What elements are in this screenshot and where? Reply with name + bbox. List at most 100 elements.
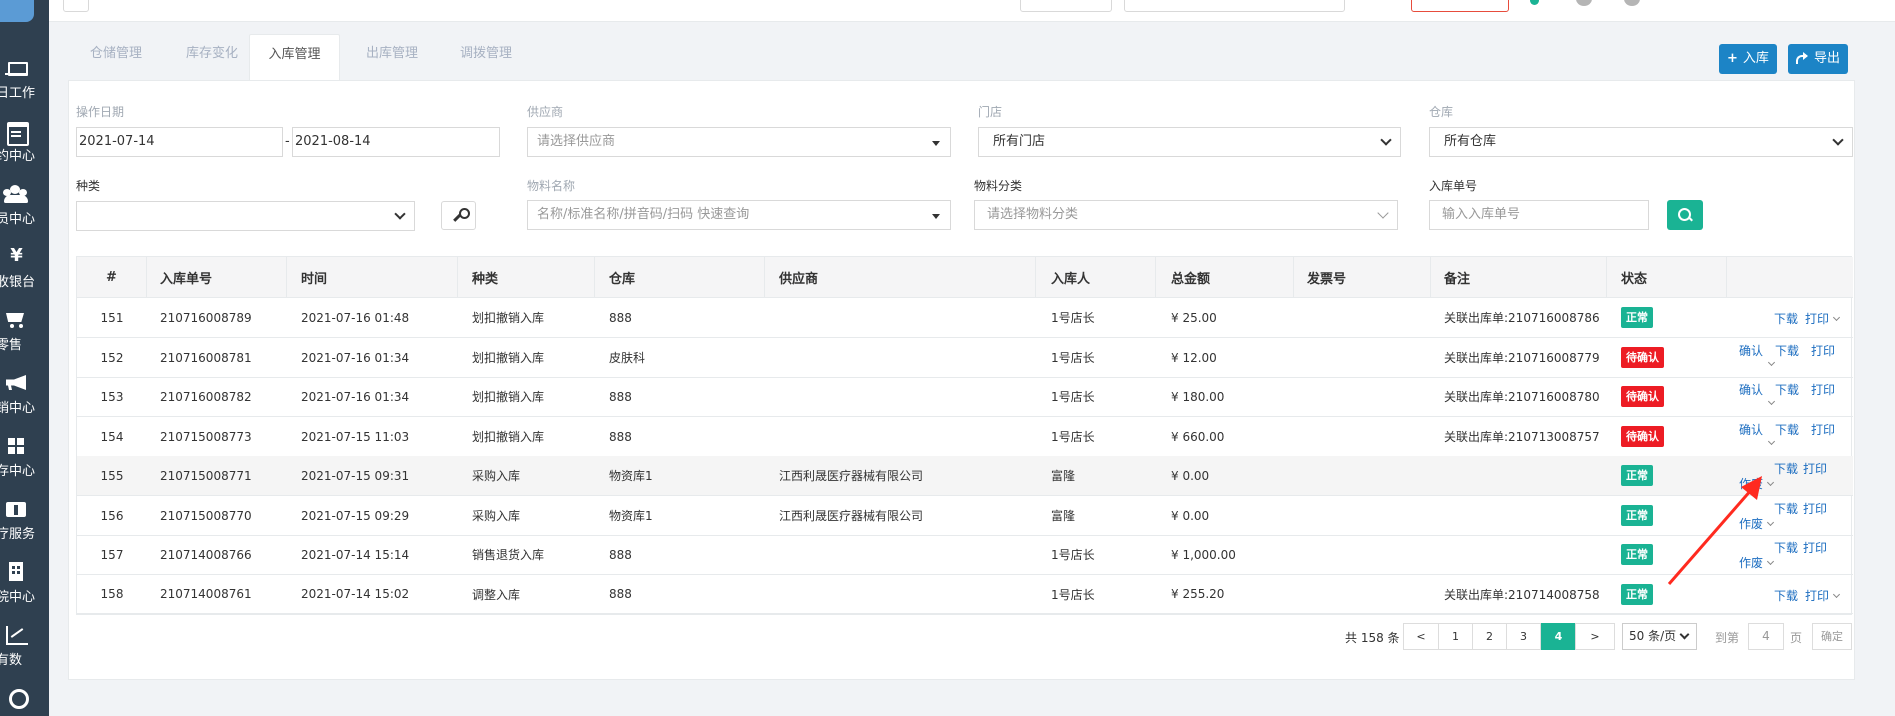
- pager-page-4[interactable]: 4: [1541, 623, 1576, 650]
- sidebar-item-retail[interactable]: 零售: [0, 308, 49, 368]
- table-row[interactable]: 153 210716008782 2021-07-16 01:34 划扣撤销入库 888…: [77, 377, 1853, 417]
- row-actions: 确认 下载 打印: [1733, 377, 1853, 416]
- void-link[interactable]: 作废: [1739, 475, 1775, 492]
- tab-transfer[interactable]: 调拨管理: [438, 34, 534, 80]
- kind-select[interactable]: [76, 201, 415, 231]
- print-link[interactable]: 打印: [1805, 310, 1841, 327]
- store-select[interactable]: 所有门店: [978, 127, 1401, 157]
- print-link[interactable]: 打印: [1805, 587, 1841, 604]
- sidebar-item-cashier[interactable]: ¥ 收银台: [0, 245, 49, 305]
- sidebar-item-marketing[interactable]: 销中心: [0, 371, 49, 431]
- print-link[interactable]: 打印: [1811, 421, 1835, 438]
- table-header: # 入库单号 时间 种类 仓库 供应商 入库人 总金额 发票号 备注 状态: [77, 257, 1853, 298]
- more-dropdown[interactable]: [1739, 436, 1776, 450]
- cell-invoice: [1294, 456, 1431, 495]
- users-icon: [0, 182, 49, 204]
- sidebar-item-label: 约中心: [0, 149, 36, 164]
- material-category-placeholder: 请选择物料分类: [987, 207, 1079, 222]
- col-person: 入库人: [1036, 257, 1156, 297]
- pager-next-button[interactable]: >: [1575, 623, 1615, 650]
- top-button[interactable]: [1020, 0, 1112, 12]
- cell-supplier: [765, 535, 1036, 574]
- caret-down-icon: [932, 214, 940, 219]
- cell-note: [1431, 535, 1607, 574]
- table-row[interactable]: 156 210715008770 2021-07-15 09:29 采购入库 物资库1 江…: [77, 496, 1853, 536]
- pager-prev-button[interactable]: <: [1403, 623, 1439, 650]
- order-no-input[interactable]: 输入入库单号: [1429, 200, 1649, 230]
- menu-toggle-button[interactable]: [63, 0, 89, 12]
- sidebar-item-label: 院中心: [0, 590, 36, 605]
- chevron-down-icon: [1767, 397, 1776, 406]
- tab-warehouse[interactable]: 仓储管理: [68, 34, 164, 80]
- download-link[interactable]: 下载: [1775, 342, 1799, 359]
- table-row[interactable]: 157 210714008766 2021-07-14 15:14 销售退货入库 888…: [77, 535, 1853, 575]
- stock-in-button[interactable]: + 入库: [1719, 44, 1777, 74]
- download-link[interactable]: 下载: [1774, 587, 1798, 604]
- confirm-link-label: 确认: [1739, 383, 1764, 397]
- more-dropdown[interactable]: [1739, 396, 1776, 410]
- warehouse-select[interactable]: 所有仓库: [1429, 127, 1853, 157]
- table-row[interactable]: 154 210715008773 2021-07-15 11:03 划扣撤销入库 888…: [77, 417, 1853, 457]
- download-link[interactable]: 下载: [1775, 421, 1799, 438]
- pager-page-2[interactable]: 2: [1472, 623, 1507, 650]
- chevron-down-icon: [1832, 590, 1841, 599]
- export-button[interactable]: 导出: [1788, 44, 1849, 74]
- print-link[interactable]: 打印: [1811, 381, 1835, 398]
- user-icon[interactable]: [1624, 0, 1640, 6]
- table-row[interactable]: 158 210714008761 2021-07-14 15:02 调整入库 888 1号…: [77, 575, 1853, 614]
- pager-page-1[interactable]: 1: [1438, 623, 1473, 650]
- more-dropdown[interactable]: [1739, 357, 1776, 371]
- table-row[interactable]: 152 210716008781 2021-07-16 01:34 划扣撤销入库 皮肤科…: [77, 338, 1853, 378]
- void-link[interactable]: 作废: [1739, 515, 1775, 532]
- download-link[interactable]: 下载: [1774, 310, 1798, 327]
- sidebar-item-appointment[interactable]: 约中心: [0, 119, 49, 179]
- cell-kind: 划扣撤销入库: [472, 430, 545, 444]
- col-amount: 总金额: [1156, 257, 1294, 297]
- sidebar-item-support[interactable]: [0, 686, 49, 716]
- wrench-button[interactable]: [441, 201, 476, 230]
- material-category-select[interactable]: 请选择物料分类: [974, 200, 1398, 230]
- sidebar-item-members[interactable]: 员中心: [0, 182, 49, 242]
- sidebar-item-hospital[interactable]: 院中心: [0, 560, 49, 620]
- tab-stock-change[interactable]: 库存变化: [164, 34, 260, 80]
- table-row[interactable]: 151 210716008789 2021-07-16 01:48 划扣撤销入库 888…: [77, 298, 1853, 338]
- void-link[interactable]: 作废: [1739, 554, 1775, 571]
- alert-button[interactable]: [1411, 0, 1509, 12]
- void-link-label: 作废: [1739, 517, 1764, 531]
- print-link[interactable]: 打印: [1803, 539, 1827, 556]
- search-button[interactable]: [1667, 200, 1703, 230]
- print-link[interactable]: 打印: [1803, 460, 1827, 477]
- print-link[interactable]: 打印: [1811, 342, 1835, 359]
- table-row[interactable]: 155 210715008771 2021-07-15 09:31 采购入库 物资库1 江…: [77, 456, 1853, 496]
- pager-page-3[interactable]: 3: [1506, 623, 1541, 650]
- goto-page-input[interactable]: 4: [1748, 623, 1784, 650]
- cell-kind: 销售退货入库: [472, 548, 545, 562]
- print-link[interactable]: 打印: [1803, 500, 1827, 517]
- tab-stock-in[interactable]: 入库管理: [249, 34, 340, 80]
- download-link[interactable]: 下载: [1775, 381, 1799, 398]
- status-badge: 待确认: [1621, 386, 1664, 407]
- row-actions: 下载 打印: [1733, 298, 1853, 337]
- download-link[interactable]: 下载: [1774, 500, 1798, 517]
- download-link[interactable]: 下载: [1774, 460, 1798, 477]
- date-to-input[interactable]: 2021-08-14: [292, 127, 500, 157]
- cell-person: 富隆: [1051, 509, 1076, 523]
- message-icon[interactable]: [1576, 0, 1592, 6]
- download-link[interactable]: 下载: [1774, 539, 1798, 556]
- store-value: 所有门店: [993, 134, 1046, 149]
- sidebar-item-medical[interactable]: 疗服务: [0, 497, 49, 557]
- cell-index: 155: [100, 468, 124, 483]
- goto-confirm-button[interactable]: 确定: [1812, 623, 1852, 650]
- material-search-select[interactable]: 名称/标准名称/拼音码/扫码 快速查询: [527, 200, 951, 230]
- sidebar-item-inventory[interactable]: 存中心: [0, 434, 49, 494]
- page-size-select[interactable]: 50 条/页: [1622, 623, 1697, 650]
- chevron-down-icon: [1767, 358, 1776, 367]
- supplier-select[interactable]: 请选择供应商: [527, 127, 951, 157]
- cell-note: 关联出库单:210716008779: [1444, 351, 1600, 365]
- sidebar-item-daily-work[interactable]: 日工作: [0, 56, 49, 116]
- date-from-input[interactable]: 2021-07-14: [76, 127, 283, 157]
- global-search-input[interactable]: [1124, 0, 1345, 12]
- cell-index: 152: [100, 350, 124, 365]
- tab-stock-out[interactable]: 出库管理: [344, 34, 440, 80]
- sidebar-item-data[interactable]: 有数: [0, 623, 49, 683]
